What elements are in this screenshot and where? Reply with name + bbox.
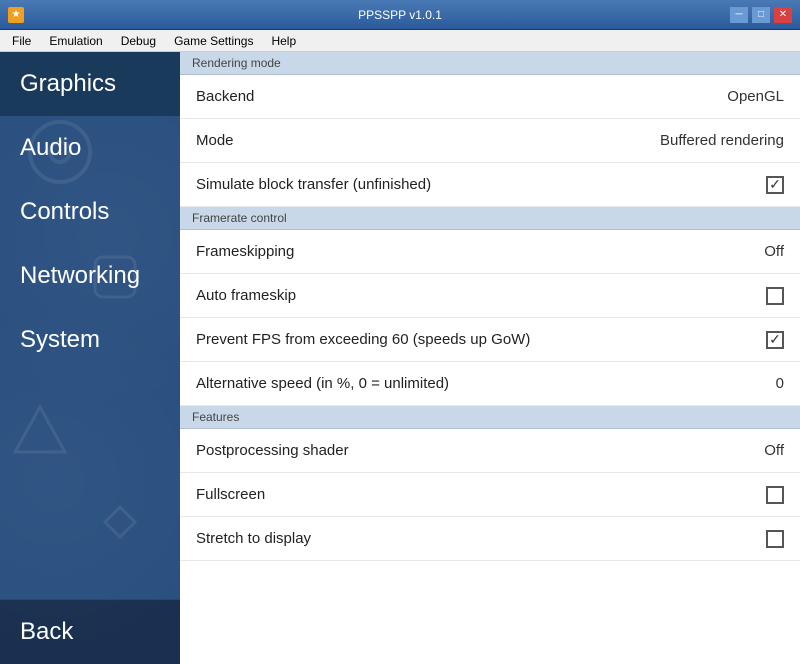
- menu-bar: FileEmulationDebugGame SettingsHelp: [0, 30, 800, 52]
- menu-item-emulation[interactable]: Emulation: [41, 32, 110, 50]
- setting-backend[interactable]: Backend OpenGL: [180, 75, 800, 119]
- title-bar: ★ PPSSPP v1.0.1 ─ □ ✕: [0, 0, 800, 30]
- maximize-button[interactable]: □: [752, 7, 770, 23]
- stretch-to-display-checkbox[interactable]: [766, 530, 784, 548]
- setting-auto-frameskip[interactable]: Auto frameskip: [180, 274, 800, 318]
- sidebar-item-system[interactable]: System: [0, 308, 180, 372]
- section-header-framerate-control: Framerate control: [180, 207, 800, 230]
- setting-alternative-speed[interactable]: Alternative speed (in %, 0 = unlimited) …: [180, 362, 800, 406]
- setting-simulate-block-transfer[interactable]: Simulate block transfer (unfinished): [180, 163, 800, 207]
- setting-prevent-fps[interactable]: Prevent FPS from exceeding 60 (speeds up…: [180, 318, 800, 362]
- minimize-button[interactable]: ─: [730, 7, 748, 23]
- sidebar-item-graphics[interactable]: Graphics: [0, 52, 180, 116]
- simulate-block-transfer-checkbox[interactable]: [766, 176, 784, 194]
- window-controls: ─ □ ✕: [730, 7, 792, 23]
- setting-postprocessing-shader[interactable]: Postprocessing shader Off: [180, 429, 800, 473]
- sidebar-item-networking[interactable]: Networking: [0, 244, 180, 308]
- auto-frameskip-checkbox[interactable]: [766, 287, 784, 305]
- app-icon: ★: [8, 7, 24, 23]
- section-header-features: Features: [180, 406, 800, 429]
- menu-item-game-settings[interactable]: Game Settings: [166, 32, 261, 50]
- prevent-fps-checkbox[interactable]: [766, 331, 784, 349]
- setting-mode[interactable]: Mode Buffered rendering: [180, 119, 800, 163]
- menu-item-debug[interactable]: Debug: [113, 32, 164, 50]
- setting-fullscreen[interactable]: Fullscreen: [180, 473, 800, 517]
- section-header-rendering-mode: Rendering mode: [180, 52, 800, 75]
- title-bar-left: ★: [8, 7, 24, 23]
- setting-stretch-to-display[interactable]: Stretch to display: [180, 517, 800, 561]
- sidebar: Graphics Audio Controls Networking Syste…: [0, 52, 180, 664]
- fullscreen-checkbox[interactable]: [766, 486, 784, 504]
- menu-item-file[interactable]: File: [4, 32, 39, 50]
- back-button[interactable]: Back: [0, 599, 180, 664]
- main-layout: Graphics Audio Controls Networking Syste…: [0, 52, 800, 664]
- sidebar-item-controls[interactable]: Controls: [0, 180, 180, 244]
- sidebar-nav: Graphics Audio Controls Networking Syste…: [0, 52, 180, 599]
- window-title: PPSSPP v1.0.1: [0, 8, 800, 22]
- menu-item-help[interactable]: Help: [263, 32, 304, 50]
- close-button[interactable]: ✕: [774, 7, 792, 23]
- content-area: Rendering mode Backend OpenGL Mode Buffe…: [180, 52, 800, 664]
- sidebar-item-audio[interactable]: Audio: [0, 116, 180, 180]
- setting-frameskipping[interactable]: Frameskipping Off: [180, 230, 800, 274]
